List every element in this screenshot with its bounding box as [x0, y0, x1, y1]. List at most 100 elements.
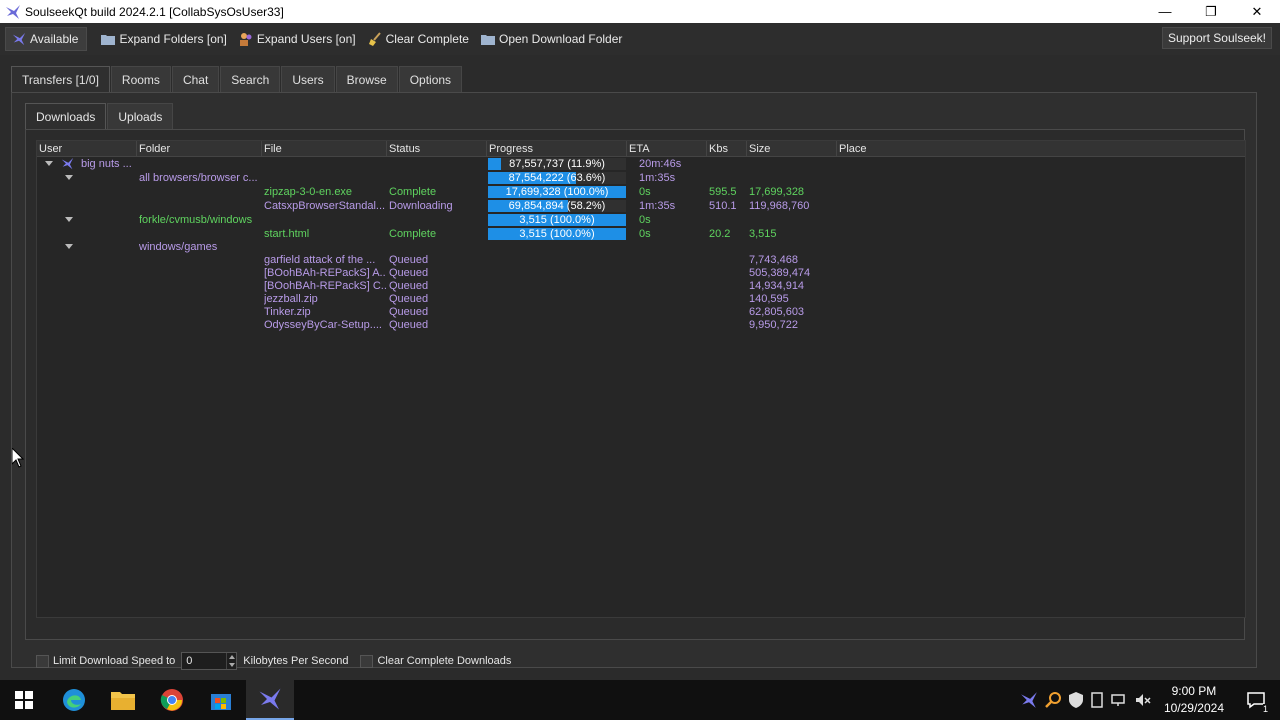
eta-value: 0s — [639, 214, 651, 226]
table-row[interactable]: all browsers/browser c... 87,554,222 (63.… — [37, 171, 1245, 185]
chrome-icon — [160, 689, 183, 711]
tab-users[interactable]: Users — [281, 66, 335, 92]
expand-arrow-icon[interactable] — [65, 175, 73, 180]
network-icon[interactable] — [1110, 691, 1128, 709]
tab-transfers[interactable]: Transfers [1/0] — [11, 66, 110, 93]
expand-arrow-icon[interactable] — [65, 217, 73, 222]
minimize-button[interactable]: — — [1142, 0, 1188, 23]
folder-icon — [480, 32, 495, 46]
tab-options[interactable]: Options — [398, 66, 463, 92]
close-button[interactable]: ✕ — [1234, 0, 1280, 23]
column-header-progress[interactable]: Progress — [487, 141, 627, 157]
column-header-file[interactable]: File — [262, 141, 387, 157]
eta-value: 20m:46s — [639, 158, 682, 170]
title-bar: SoulseekQt build 2024.2.1 [CollabSysOsUs… — [0, 0, 1280, 23]
taskbar-store[interactable] — [197, 680, 245, 720]
transfer-status: Complete — [389, 186, 437, 198]
progress-bar: 17,699,328 (100.0%) — [488, 186, 626, 198]
user-name: big nuts ... — [81, 158, 132, 170]
window-title: SoulseekQt build 2024.2.1 [CollabSysOsUs… — [25, 4, 284, 19]
tab-downloads[interactable]: Downloads — [25, 103, 107, 130]
expand-folders-button[interactable]: Expand Folders [on] — [95, 27, 232, 51]
table-row[interactable]: big nuts ... 87,557,737 (11.9%) 20m:46s — [37, 157, 1245, 171]
security-shield-icon[interactable] — [1068, 691, 1084, 709]
limit-speed-checkbox[interactable] — [36, 654, 49, 668]
soulseek-bird-icon — [259, 688, 281, 710]
windows-taskbar: 9:00 PM 10/29/2024 1 — [0, 680, 1280, 720]
progress-text: 17,699,328 (100.0%) — [505, 186, 609, 198]
tab-chat[interactable]: Chat — [171, 66, 220, 92]
spin-down-icon[interactable] — [229, 663, 236, 667]
progress-text: 87,554,222 (63.6%) — [508, 172, 606, 184]
maximize-button[interactable]: ❐ — [1188, 0, 1234, 23]
progress-text: 87,557,737 (11.9%) — [509, 158, 605, 170]
clear-complete-downloads-label: Clear Complete Downloads — [377, 655, 512, 667]
table-row[interactable]: zipzap-3-0-en.exe Complete 17,699,328 (100… — [37, 185, 1245, 199]
table-row[interactable]: forkle/cvmusb/windows 3,515 (100.0%) 0s — [37, 213, 1245, 227]
column-header-user[interactable]: User — [37, 141, 137, 157]
open-download-folder-button[interactable]: Open Download Folder — [475, 27, 628, 51]
progress-bar: 87,557,737 (11.9%) — [488, 158, 626, 170]
table-row[interactable]: [BOohBAh-REPackS] C... Queued 14,934,914 — [37, 279, 1245, 293]
taskbar-file-explorer[interactable] — [99, 680, 147, 720]
taskbar-clock[interactable]: 9:00 PM 10/29/2024 — [1164, 683, 1224, 717]
system-tray — [1020, 680, 1152, 720]
spin-up-icon[interactable] — [229, 655, 236, 659]
expand-arrow-icon[interactable] — [65, 244, 73, 249]
clear-complete-button[interactable]: Clear Complete — [362, 27, 475, 51]
folder-name: forkle/cvmusb/windows — [139, 214, 253, 226]
notification-center-button[interactable]: 1 — [1232, 680, 1280, 720]
eta-value: 0s — [639, 186, 651, 198]
column-header-folder[interactable]: Folder — [137, 141, 262, 157]
main-tabs: Transfers [1/0] Rooms Chat Search Users … — [11, 66, 463, 93]
progress-text: 3,515 (100.0%) — [519, 228, 595, 240]
table-row[interactable]: windows/games — [37, 240, 1245, 254]
available-status-button[interactable]: Available — [5, 27, 88, 51]
progress-bar: 3,515 (100.0%) — [488, 214, 626, 226]
tab-browse[interactable]: Browse — [335, 66, 398, 92]
column-header-kbs[interactable]: Kbs — [707, 141, 747, 157]
taskbar-soulseek[interactable] — [246, 680, 294, 720]
tab-search[interactable]: Search — [220, 66, 281, 92]
folder-icon — [101, 32, 116, 46]
column-header-status[interactable]: Status — [387, 141, 487, 157]
column-header-place[interactable]: Place — [837, 141, 1247, 157]
expand-users-button[interactable]: Expand Users [on] — [233, 27, 362, 51]
volume-muted-icon[interactable] — [1134, 691, 1152, 709]
downloads-tree-table[interactable]: User Folder File Status Progress ETA Kbs… — [36, 140, 1246, 618]
transfers-panel: Downloads Uploads User Folder File Statu… — [11, 92, 1257, 670]
broom-icon — [368, 32, 382, 46]
download-options-footer: Limit Download Speed to 0 Kilobytes Per … — [36, 652, 517, 670]
table-header: User Folder File Status Progress ETA Kbs… — [37, 141, 1245, 157]
expand-arrow-icon[interactable] — [45, 161, 53, 166]
clock-date: 10/29/2024 — [1163, 701, 1224, 715]
table-row[interactable]: jezzball.zip Queued 140,595 — [37, 292, 1245, 306]
tab-rooms[interactable]: Rooms — [110, 66, 171, 92]
soulseek-bird-icon — [12, 32, 26, 46]
speed-limit-spinbox[interactable]: 0 — [181, 652, 238, 670]
support-soulseek-button[interactable]: Support Soulseek! — [1161, 27, 1272, 49]
limit-speed-label: Limit Download Speed to — [53, 655, 176, 667]
table-row[interactable]: OdysseyByCar-Setup.... Queued 9,950,722 — [37, 318, 1245, 332]
tab-uploads[interactable]: Uploads — [107, 103, 174, 129]
search-tray-icon[interactable] — [1044, 691, 1062, 709]
soulseek-tray-icon[interactable] — [1020, 691, 1038, 709]
table-row[interactable]: Tinker.zip Queued 62,805,603 — [37, 305, 1245, 319]
table-row[interactable]: start.html Complete 3,515 (100.0%) 0s 20.2 3,… — [37, 227, 1245, 241]
users-icon — [239, 32, 253, 46]
table-row[interactable]: garfield attack of the ... Queued 7,743,46… — [37, 253, 1245, 267]
toolbar: Available Expand Folders [on] Expand Use… — [0, 23, 1280, 55]
taskbar-edge[interactable] — [50, 680, 98, 720]
speed-value: 510.1 — [709, 200, 737, 212]
clear-complete-downloads-checkbox[interactable] — [360, 654, 374, 668]
usb-device-icon[interactable] — [1090, 691, 1104, 709]
speed-value: 595.5 — [709, 186, 737, 198]
kbps-label: Kilobytes Per Second — [243, 655, 349, 667]
column-header-size[interactable]: Size — [747, 141, 837, 157]
taskbar-chrome[interactable] — [148, 680, 196, 720]
column-header-eta[interactable]: ETA — [627, 141, 707, 157]
table-row[interactable]: [BOohBAh-REPackS] A... Queued 505,389,474 — [37, 266, 1245, 280]
start-button[interactable] — [0, 680, 48, 720]
open-download-folder-label: Open Download Folder — [498, 32, 623, 46]
table-row[interactable]: CatsxpBrowserStandal... Downloading 69,854… — [37, 199, 1245, 213]
